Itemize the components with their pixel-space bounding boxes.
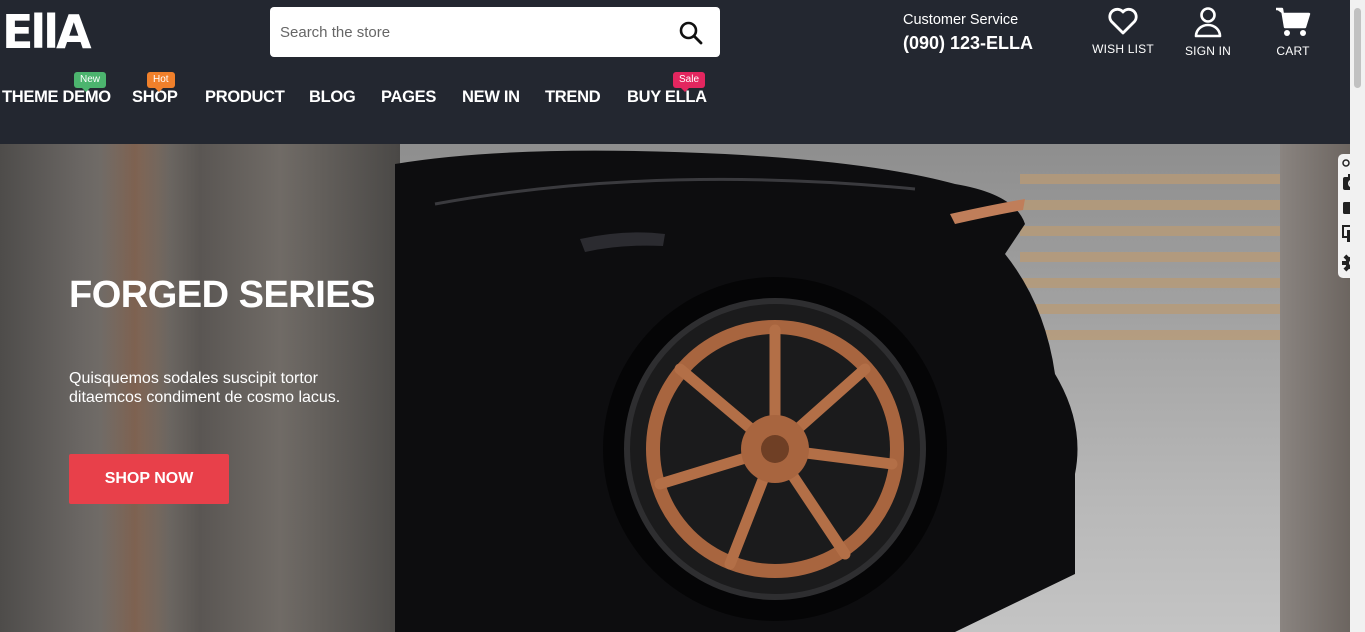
nav-item-label: BUY ELLA: [627, 88, 707, 106]
nav-item-blog[interactable]: BLOG: [309, 88, 356, 107]
nav-item-label: THEME DEMO: [2, 88, 111, 106]
scrollbar-thumb[interactable]: [1354, 8, 1361, 88]
user-icon: [1173, 6, 1243, 38]
hero-title: FORGED SERIES: [69, 274, 376, 316]
nav-item-buy-ella[interactable]: Sale BUY ELLA: [627, 72, 707, 107]
customer-service-label: Customer Service: [903, 12, 1019, 28]
nav-item-pages[interactable]: PAGES: [381, 88, 436, 107]
customer-service-phone[interactable]: (090) 123-ELLA: [903, 31, 1033, 55]
search-input[interactable]: [270, 7, 670, 57]
nav-item-label: NEW IN: [462, 88, 520, 106]
signin-label: SIGN IN: [1184, 44, 1232, 58]
customer-service: Customer Service (090) 123-ELLA: [903, 11, 1033, 55]
sale-badge: Sale: [673, 72, 706, 92]
new-badge: New: [74, 72, 107, 92]
nav-item-trend[interactable]: TREND: [545, 88, 601, 107]
wishlist-label: WISH LIST: [1092, 42, 1154, 56]
nav-item-label: TREND: [545, 88, 601, 106]
site-logo[interactable]: EllA: [2, 8, 92, 56]
cart-label: CART: [1276, 44, 1310, 58]
shop-now-button[interactable]: SHOP NOW: [69, 454, 229, 504]
nav-item-new-in[interactable]: NEW IN: [462, 88, 520, 107]
search-icon[interactable]: [678, 20, 704, 46]
hero-description: Quisquemos sodales suscipit tortor ditae…: [69, 370, 341, 406]
cart-icon: [1258, 6, 1328, 38]
heart-icon: [1088, 6, 1158, 36]
page-scrollbar[interactable]: [1350, 0, 1365, 632]
nav-item-theme-demo[interactable]: New THEME DEMO: [2, 72, 111, 107]
wishlist-button[interactable]: WISH LIST: [1088, 6, 1158, 56]
cart-button[interactable]: CART: [1258, 6, 1328, 58]
search-bar: [270, 7, 720, 57]
nav-item-shop[interactable]: Hot SHOP: [132, 72, 178, 107]
hero-banner: FORGED SERIES Quisquemos sodales suscipi…: [0, 144, 1350, 632]
hot-badge: Hot: [147, 72, 175, 92]
site-header: EllA Customer Service (090) 123-ELLA WIS…: [0, 0, 1350, 144]
signin-button[interactable]: SIGN IN: [1173, 6, 1243, 58]
nav-item-label: PAGES: [381, 88, 437, 106]
nav-item-label: PRODUCT: [205, 88, 285, 106]
nav-item-label: BLOG: [309, 88, 356, 106]
nav-item-product[interactable]: PRODUCT: [205, 88, 285, 107]
hero-car-image: [395, 150, 1078, 632]
